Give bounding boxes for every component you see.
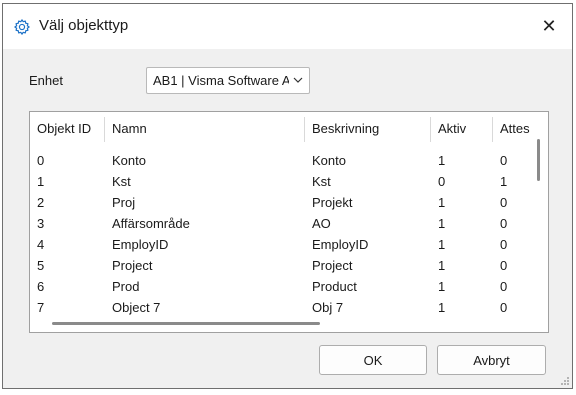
enhet-select-value: AB1 | Visma Software AB <box>153 73 289 88</box>
cell-beskrivning: Konto <box>312 153 346 168</box>
cell-attes: 0 <box>500 300 508 315</box>
cell-objekt-id: 0 <box>37 153 45 168</box>
enhet-select[interactable]: AB1 | Visma Software AB <box>146 67 310 94</box>
cell-attes: 0 <box>500 258 508 273</box>
cell-attes: 0 <box>500 237 508 252</box>
table-row[interactable]: 0 Konto Konto 1 0 <box>30 151 535 172</box>
table-row[interactable]: 6 Prod Product 1 0 <box>30 277 535 298</box>
cell-objekt-id: 3 <box>37 216 45 231</box>
close-icon: ✕ <box>541 16 557 36</box>
dialog-window: Välj objekttyp ✕ Enhet AB1 | Visma Softw… <box>2 3 573 389</box>
object-type-list[interactable]: Objekt ID Namn Beskrivning Aktiv Attes 0… <box>29 111 549 333</box>
cell-beskrivning: Obj 7 <box>312 300 344 315</box>
cell-namn: Kst <box>112 174 131 189</box>
table-row[interactable]: 4 EmployID EmployID 1 0 <box>30 235 535 256</box>
table-row[interactable]: 5 Project Project 1 0 <box>30 256 535 277</box>
cell-beskrivning: Project <box>312 258 353 273</box>
cell-namn: Project <box>112 258 153 273</box>
title-bar: Välj objekttyp ✕ <box>3 4 572 49</box>
cell-objekt-id: 4 <box>37 237 45 252</box>
column-divider[interactable] <box>492 117 493 142</box>
table-row[interactable]: 1 Kst Kst 0 1 <box>30 172 535 193</box>
cell-attes: 1 <box>500 174 508 189</box>
cell-beskrivning: Product <box>312 279 357 294</box>
column-header-aktiv[interactable]: Aktiv <box>438 121 466 136</box>
vertical-scrollbar-thumb[interactable] <box>537 139 540 181</box>
column-divider[interactable] <box>430 117 431 142</box>
cell-aktiv: 1 <box>438 195 446 210</box>
cell-aktiv: 1 <box>438 258 446 273</box>
cell-aktiv: 1 <box>438 153 446 168</box>
cell-attes: 0 <box>500 279 508 294</box>
enhet-label: Enhet <box>29 73 63 88</box>
gear-icon <box>14 19 30 35</box>
cell-namn: Konto <box>112 153 146 168</box>
horizontal-scrollbar-thumb[interactable] <box>52 322 320 325</box>
cancel-button[interactable]: Avbryt <box>437 345 546 375</box>
cell-namn: Proj <box>112 195 136 210</box>
table-row[interactable]: 7 Object 7 Obj 7 1 0 <box>30 298 535 319</box>
cell-beskrivning: AO <box>312 216 331 231</box>
resize-grip-icon[interactable] <box>560 376 570 386</box>
cell-attes: 0 <box>500 153 508 168</box>
cell-aktiv: 1 <box>438 216 446 231</box>
cell-namn: Affärsområde <box>112 216 190 231</box>
cell-objekt-id: 1 <box>37 174 45 189</box>
table-row[interactable]: 3 Affärsområde AO 1 0 <box>30 214 535 235</box>
cell-aktiv: 1 <box>438 237 446 252</box>
cell-beskrivning: Kst <box>312 174 331 189</box>
cell-aktiv: 1 <box>438 300 446 315</box>
cell-attes: 0 <box>500 216 508 231</box>
column-header-beskrivning[interactable]: Beskrivning <box>312 121 379 136</box>
cell-namn: Prod <box>112 279 140 294</box>
cell-objekt-id: 7 <box>37 300 45 315</box>
column-header-attes[interactable]: Attes <box>500 121 530 136</box>
column-header-namn[interactable]: Namn <box>112 121 147 136</box>
cell-namn: Object 7 <box>112 300 161 315</box>
cell-objekt-id: 2 <box>37 195 45 210</box>
column-divider[interactable] <box>304 117 305 142</box>
table-row[interactable]: 2 Proj Projekt 1 0 <box>30 193 535 214</box>
cell-beskrivning: Projekt <box>312 195 353 210</box>
cell-beskrivning: EmployID <box>312 237 369 252</box>
cell-aktiv: 1 <box>438 279 446 294</box>
window-title: Välj objekttyp <box>39 17 129 34</box>
cell-objekt-id: 6 <box>37 279 45 294</box>
cell-namn: EmployID <box>112 237 169 252</box>
cell-objekt-id: 5 <box>37 258 45 273</box>
cell-aktiv: 0 <box>438 174 446 189</box>
column-divider[interactable] <box>104 117 105 142</box>
ok-button[interactable]: OK <box>319 345 427 375</box>
close-button[interactable]: ✕ <box>526 4 572 49</box>
chevron-down-icon <box>293 77 303 83</box>
cell-attes: 0 <box>500 195 508 210</box>
column-header-objekt-id[interactable]: Objekt ID <box>37 121 91 136</box>
